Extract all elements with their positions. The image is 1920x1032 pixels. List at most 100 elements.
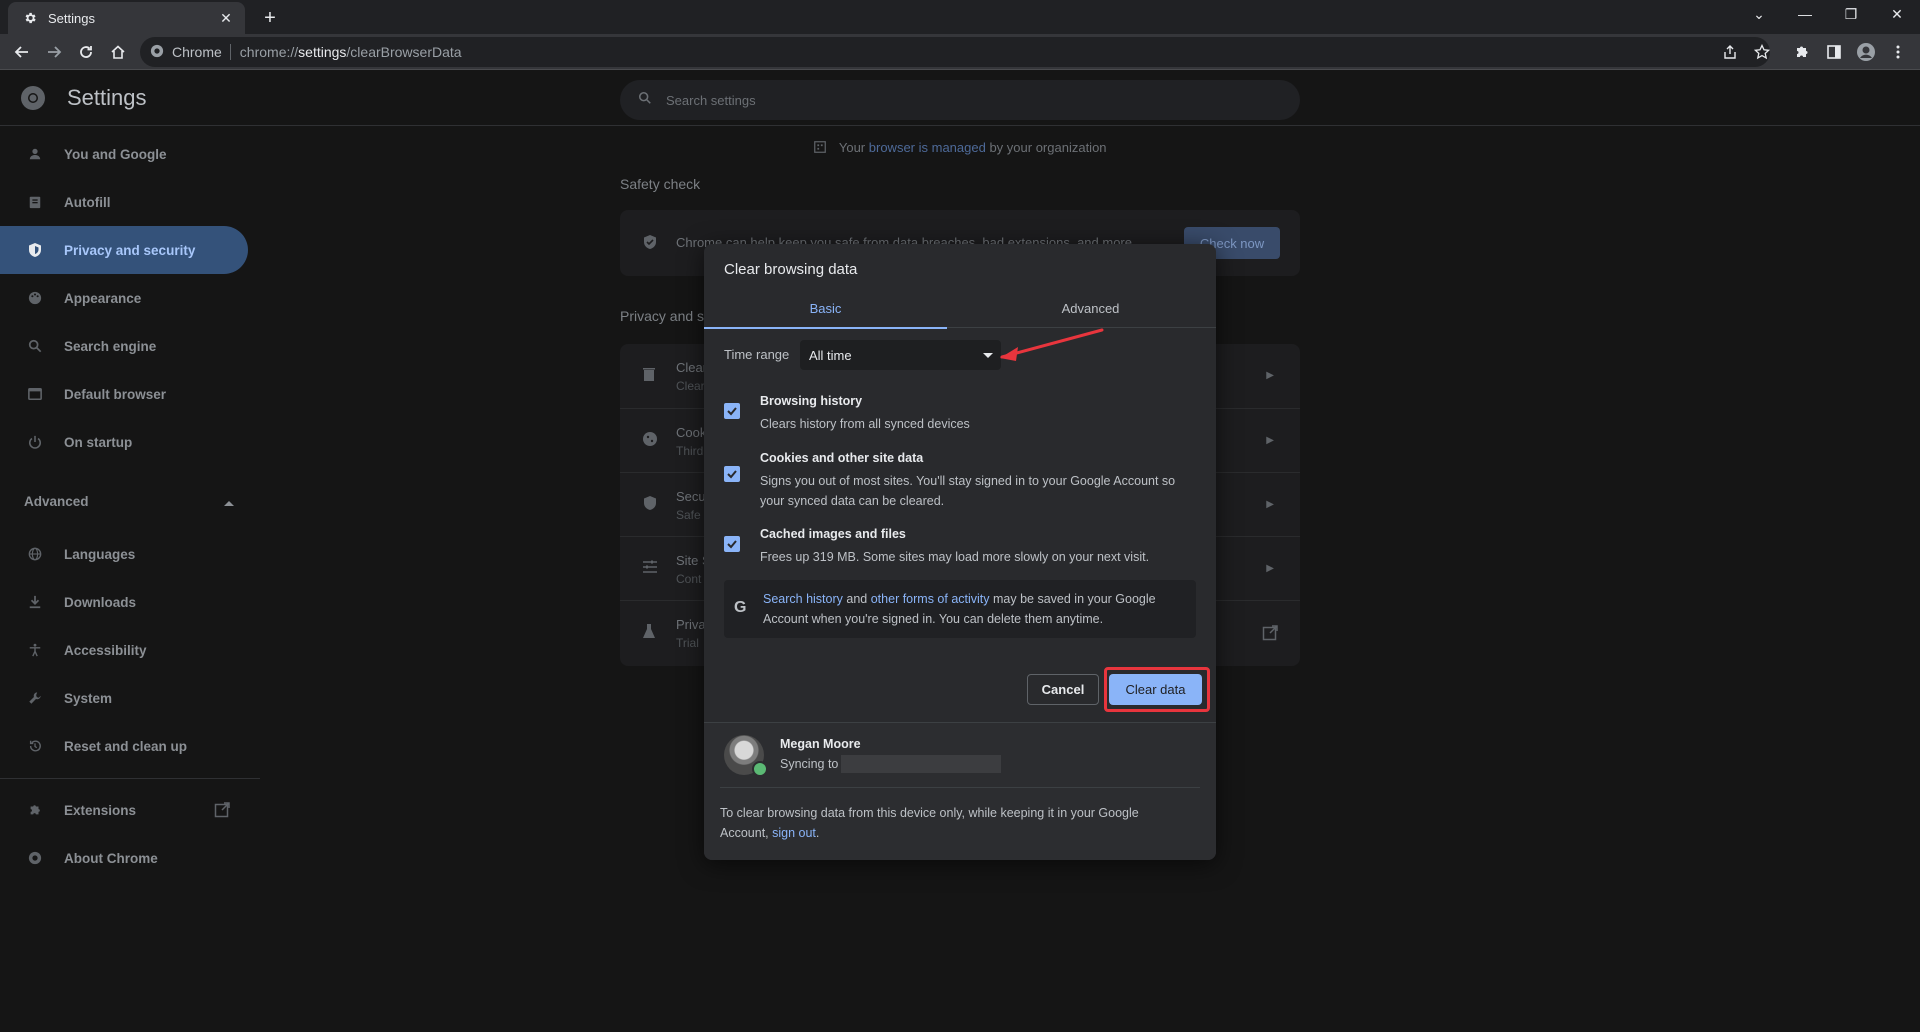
sidebar-item-appearance[interactable]: Appearance [0, 274, 248, 322]
profile-avatar-icon[interactable] [1852, 38, 1880, 66]
cached-images-checkbox[interactable] [724, 536, 740, 552]
sidebar-item-system[interactable]: System [0, 674, 248, 722]
option-description: Clears history from all synced devices [760, 417, 970, 431]
chrome-logo-icon [20, 85, 46, 111]
tab-settings[interactable]: Settings ✕ [8, 2, 245, 34]
chevron-up-icon [224, 494, 234, 509]
sidebar-item-downloads[interactable]: Downloads [0, 578, 248, 626]
time-range-label: Time range [724, 347, 790, 362]
sidebar-item-extensions[interactable]: Extensions [0, 786, 248, 834]
url-scheme: chrome:// [239, 44, 299, 60]
sidebar-item-label: Reset and clean up [64, 738, 188, 754]
time-range-value: All time [809, 347, 852, 363]
row-subtitle: Safe [676, 508, 701, 522]
back-icon[interactable] [8, 38, 36, 66]
sidebar-item-languages[interactable]: Languages [0, 530, 248, 578]
tab-basic[interactable]: Basic [704, 288, 947, 329]
tab-search-icon[interactable]: ⌄ [1736, 0, 1782, 28]
chevron-right-icon: ▶ [1266, 370, 1274, 381]
trash-icon [642, 366, 662, 386]
managed-link[interactable]: browser is managed [869, 140, 986, 155]
footer-note: To clear browsing data from this device … [720, 803, 1190, 843]
sign-out-link[interactable]: sign out [772, 826, 816, 840]
advanced-section-label: Advanced [24, 494, 89, 509]
more-menu-icon[interactable] [1884, 38, 1912, 66]
extensions-puzzle-icon[interactable] [1788, 38, 1816, 66]
sidebar-item-label: System [64, 690, 113, 706]
search-icon [638, 91, 652, 110]
cancel-button[interactable]: Cancel [1027, 674, 1099, 705]
gear-icon [22, 10, 38, 26]
restore-icon[interactable]: ❐ [1828, 0, 1874, 28]
row-title: Secu [676, 489, 706, 504]
forward-icon[interactable] [40, 38, 68, 66]
bookmark-star-icon[interactable] [1748, 38, 1776, 66]
sidebar-item-autofill[interactable]: Autofill [0, 178, 248, 226]
search-settings-box[interactable] [620, 80, 1300, 120]
dialog-title: Clear browsing data [724, 261, 858, 278]
address-bar[interactable]: Chrome chrome:// settings /clearBrowserD… [140, 37, 1770, 67]
advanced-section-toggle[interactable]: Advanced [24, 494, 234, 509]
new-tab-button[interactable]: + [258, 6, 282, 30]
home-icon[interactable] [104, 38, 132, 66]
palette-icon [26, 289, 44, 307]
option-title: Cached images and files [760, 527, 906, 541]
download-icon [26, 593, 44, 611]
sidebar-item-privacy-and-security[interactable]: Privacy and security [0, 226, 248, 274]
tab-title: Settings [48, 10, 95, 26]
sidebar-item-default-browser[interactable]: Default browser [0, 370, 248, 418]
browsing-history-checkbox[interactable] [724, 403, 740, 419]
dialog-tabs: Basic Advanced [704, 288, 1216, 329]
dialog-footer: Megan Moore Syncing to To clear browsing… [704, 722, 1216, 860]
sidebar-item-label: Autofill [64, 194, 111, 210]
option-description: Frees up 319 MB. Some sites may load mor… [760, 550, 1150, 564]
sidebar-item-label: About Chrome [64, 850, 158, 866]
other-activity-link[interactable]: other forms of activity [871, 592, 990, 606]
user-name: Megan Moore [780, 737, 861, 751]
sidebar-item-search-engine[interactable]: Search engine [0, 322, 248, 370]
sync-icon [752, 761, 768, 777]
sidebar-item-about-chrome[interactable]: About Chrome [0, 834, 248, 882]
tab-strip: Settings ✕ + ⌄ — ❐ ✕ [0, 0, 1920, 34]
clear-data-button[interactable]: Clear data [1109, 674, 1202, 705]
url-path: /clearBrowserData [346, 44, 462, 60]
sidebar-divider [0, 778, 260, 779]
sidebar-item-label: Privacy and security [64, 242, 196, 258]
clipboard-icon [26, 193, 44, 211]
row-subtitle: Cont [676, 572, 702, 586]
external-link-icon [214, 802, 230, 821]
sidebar-item-accessibility[interactable]: Accessibility [0, 626, 248, 674]
sidebar-item-label: Languages [64, 546, 136, 562]
flask-icon [642, 623, 662, 643]
site-chip: Chrome [172, 44, 222, 60]
sidebar-item-label: Accessibility [64, 642, 147, 658]
minimize-icon[interactable]: — [1782, 0, 1828, 28]
sidebar-item-reset-and-clean-up[interactable]: Reset and clean up [0, 722, 248, 770]
safety-check-heading: Safety check [620, 176, 701, 192]
external-link-icon [1262, 625, 1278, 646]
sidebar-item-you-and-google[interactable]: You and Google [0, 130, 248, 178]
search-input[interactable] [666, 92, 1266, 108]
search-history-link[interactable]: Search history [763, 592, 843, 606]
managed-notice: Your browser is managed by your organiza… [620, 140, 1300, 157]
redacted-email [841, 755, 1001, 773]
sidebar-item-label: On startup [64, 434, 133, 450]
google-note-text: Search history and other forms of activi… [763, 589, 1183, 629]
share-icon[interactable] [1716, 38, 1744, 66]
reload-icon[interactable] [72, 38, 100, 66]
globe-icon [26, 545, 44, 563]
accessibility-icon [26, 641, 44, 659]
sidebar-item-on-startup[interactable]: On startup [0, 418, 248, 466]
side-panel-icon[interactable] [1820, 38, 1848, 66]
note-and: and [846, 592, 868, 606]
option-title: Browsing history [760, 394, 863, 408]
browser-toolbar: Chrome chrome:// settings /clearBrowserD… [0, 34, 1920, 70]
footer-period: . [815, 826, 820, 840]
close-tab-icon[interactable]: ✕ [217, 9, 235, 27]
close-window-icon[interactable]: ✕ [1874, 0, 1920, 28]
privacy-section-heading: Privacy and s [620, 308, 705, 324]
annotation-arrow-icon [1000, 328, 1104, 361]
cookies-checkbox[interactable] [724, 466, 740, 482]
omnibox-divider [229, 44, 231, 60]
time-range-select[interactable]: All time [800, 340, 1001, 370]
